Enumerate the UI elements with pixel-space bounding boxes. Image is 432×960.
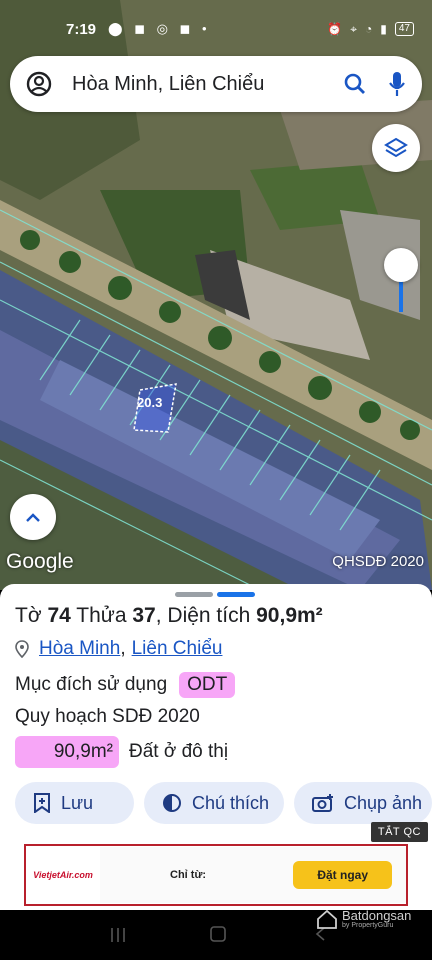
ad-price-label: Chỉ từ: bbox=[170, 869, 207, 881]
chevron-up-icon bbox=[26, 513, 40, 522]
signal-icon: ▮ bbox=[380, 22, 387, 36]
parcel-title: Tờ 74 Thửa 37, Diện tích 90,9m² bbox=[15, 604, 323, 627]
location-pin-icon bbox=[15, 640, 29, 658]
purpose-code-badge: ODT bbox=[179, 672, 236, 698]
ad-content: Chỉ từ: Đặt ngay bbox=[100, 847, 406, 903]
legend-label: Chú thích bbox=[192, 792, 270, 813]
search-bar[interactable]: Hòa Minh, Liên Chiểu bbox=[10, 56, 422, 112]
status-right: ⏰ ⌖ ◔ ▮ 47 bbox=[327, 22, 414, 37]
batdongsan-watermark: Batdongsan by PropertyGuru bbox=[316, 908, 411, 930]
location-icon: ⌖ bbox=[350, 21, 358, 36]
microphone-icon[interactable] bbox=[388, 71, 406, 97]
recent-apps-icon bbox=[111, 928, 125, 942]
action-buttons: Lưu Chú thích Chụp ảnh bbox=[15, 782, 432, 824]
status-time: 7:19 bbox=[66, 20, 97, 38]
expand-sheet-button[interactable] bbox=[10, 494, 56, 540]
plan-area-badge: 90,9m² bbox=[15, 736, 119, 768]
ad-brand-logo: VietjetAir.com bbox=[33, 870, 93, 880]
save-button[interactable]: Lưu bbox=[15, 782, 134, 824]
ad-book-now-button[interactable]: Đặt ngay bbox=[293, 861, 392, 889]
battery-indicator: 47 bbox=[394, 22, 414, 36]
home-button[interactable] bbox=[210, 926, 226, 942]
zoom-slider-track[interactable] bbox=[399, 282, 403, 312]
map-layer-label: QHSDĐ 2020 bbox=[332, 553, 424, 570]
alarm-icon: ⏰ bbox=[327, 22, 343, 36]
parcel-info-sheet: Tờ 74 Thửa 37, Diện tích 90,9m² Hòa Minh… bbox=[0, 584, 432, 910]
plan-entry: 90,9m² Đất ở đô thị bbox=[15, 736, 228, 768]
watermark-name: Batdongsan bbox=[342, 908, 412, 923]
land-use-purpose: Mục đích sử dụng ODT bbox=[15, 672, 236, 698]
recent-apps-button[interactable] bbox=[110, 926, 126, 944]
plan-title: Quy hoạch SDĐ 2020 bbox=[15, 706, 200, 727]
district-link[interactable]: Liên Chiểu bbox=[132, 638, 223, 660]
house-logo-icon bbox=[317, 909, 337, 929]
address-separator: , bbox=[120, 638, 126, 659]
contrast-icon bbox=[162, 793, 182, 813]
screenshot-button[interactable]: Chụp ảnh bbox=[294, 782, 432, 824]
ward-link[interactable]: Hòa Minh bbox=[39, 638, 120, 660]
parcel-area: 90,9m² bbox=[256, 604, 323, 627]
home-icon bbox=[210, 926, 226, 942]
bookmark-add-icon bbox=[33, 793, 51, 813]
account-icon[interactable] bbox=[26, 71, 52, 97]
search-input[interactable]: Hòa Minh, Liên Chiểu bbox=[72, 73, 344, 96]
layers-button[interactable] bbox=[372, 124, 420, 172]
purpose-label: Mục đích sử dụng bbox=[15, 674, 168, 695]
address-row: Hòa Minh , Liên Chiểu bbox=[15, 638, 222, 660]
notification-icons: ⬤ ◼ ◎ ◼ • bbox=[108, 21, 211, 36]
screenshot-label: Chụp ảnh bbox=[344, 792, 423, 813]
wifi-icon: ◔ bbox=[365, 22, 373, 36]
watermark-sub: by PropertyGuru bbox=[342, 922, 394, 929]
legend-button[interactable]: Chú thích bbox=[144, 782, 284, 824]
google-logo: Google bbox=[6, 550, 74, 573]
parcel-plot-number: 37 bbox=[132, 604, 156, 627]
ad-banner[interactable]: VietjetAir.com Chỉ từ: Đặt ngay bbox=[24, 844, 408, 906]
selected-plot-label: 20.3 bbox=[137, 395, 163, 410]
sheet-drag-handle[interactable] bbox=[175, 592, 255, 597]
parcel-sheet-number: 74 bbox=[47, 604, 71, 627]
save-label: Lưu bbox=[61, 792, 94, 813]
close-ads-button[interactable]: TẮT QC bbox=[370, 822, 428, 842]
add-photo-icon bbox=[312, 793, 334, 813]
plan-land-type: Đất ở đô thị bbox=[129, 741, 229, 762]
search-icon[interactable] bbox=[344, 73, 366, 95]
zoom-slider-handle[interactable] bbox=[384, 248, 418, 282]
status-bar: 7:19 ⬤ ◼ ◎ ◼ • ⏰ ⌖ ◔ ▮ 47 bbox=[0, 14, 432, 44]
layers-icon bbox=[384, 137, 408, 158]
